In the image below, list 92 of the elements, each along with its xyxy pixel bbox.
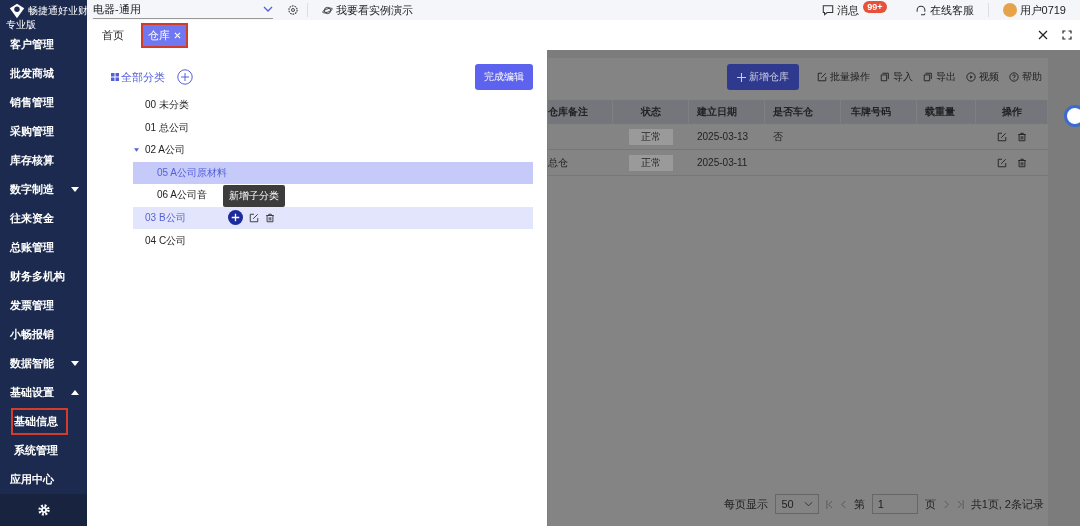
sidebar-item[interactable]: 应用中心 <box>0 465 87 494</box>
sidebar-item[interactable]: 往来资金 <box>0 204 87 233</box>
notification-badge: 99+ <box>863 1 887 13</box>
avatar-icon <box>1002 3 1017 17</box>
chevron-down-icon <box>263 6 273 12</box>
page-size-select[interactable]: 50 <box>775 494 819 514</box>
chevron-down-icon <box>803 501 813 507</box>
trash-icon[interactable] <box>1017 131 1027 142</box>
sidebar-item[interactable]: 发票管理 <box>0 291 87 320</box>
edit-icon[interactable] <box>249 212 259 223</box>
page-input[interactable]: 1 <box>871 494 918 514</box>
sidebar-item[interactable]: 总账管理 <box>0 233 87 262</box>
headset-icon <box>914 4 927 16</box>
trash-icon[interactable] <box>1017 157 1027 168</box>
tree-item[interactable]: 04 C公司 <box>133 229 191 252</box>
category-name: 00 未分类 <box>145 98 189 112</box>
column-header: 操作 <box>976 100 1048 123</box>
document-icon <box>923 72 933 82</box>
table-cell: 2025-03-13 <box>697 131 749 142</box>
support-button[interactable]: 在线客服 <box>908 2 980 18</box>
sidebar-subitem[interactable]: 基础信息 <box>10 407 69 436</box>
table-cell: 2025-03-11 <box>697 157 748 168</box>
fullscreen-icon[interactable] <box>1062 30 1072 40</box>
page-suffix: 页 <box>924 496 936 512</box>
tree-item[interactable]: 03 B公司 <box>133 206 533 229</box>
sidebar-item[interactable]: 销售管理 <box>0 88 87 117</box>
edit-icon <box>817 72 827 82</box>
category-name: 02 A公司 <box>145 143 186 158</box>
close-icon[interactable] <box>1038 30 1048 40</box>
messages-button[interactable]: 消息 <box>816 2 866 18</box>
account-select[interactable]: 电器-通用 <box>93 1 273 19</box>
user-menu[interactable]: 用户0719 <box>996 2 1072 18</box>
column-header: 建立日期 <box>689 100 765 123</box>
finish-editing-button[interactable]: 完成编辑 <box>475 64 533 90</box>
column-header: 载重量 <box>917 100 976 123</box>
all-categories-link[interactable]: 全部分类 <box>105 69 165 85</box>
toolbar-button[interactable]: 导出 <box>923 70 956 84</box>
tree-item[interactable]: 01 总公司 <box>133 116 193 139</box>
tab[interactable]: 仓库 <box>141 22 188 48</box>
edit-icon[interactable] <box>997 131 1007 142</box>
sidebar-item[interactable]: 财务多机构 <box>0 262 87 291</box>
toolbar-button[interactable]: 视频 <box>966 70 999 84</box>
edition-label: 专业版 <box>6 20 37 30</box>
toolbar-button[interactable]: 帮助 <box>1009 70 1042 84</box>
category-name: 04 C公司 <box>145 233 187 248</box>
trash-icon[interactable] <box>265 212 275 223</box>
tree-item[interactable]: 02 A公司 <box>133 139 190 162</box>
add-icon[interactable] <box>228 210 243 226</box>
document-icon <box>880 72 890 82</box>
edit-icon[interactable] <box>997 157 1007 168</box>
category-name: 01 总公司 <box>145 120 189 135</box>
tab[interactable]: 首页 <box>95 22 131 48</box>
help-icon <box>1009 72 1019 82</box>
page-summary: 共1页, 2条记录 <box>970 496 1044 512</box>
sidebar-item[interactable]: 客户管理 <box>0 30 87 59</box>
sidebar-item[interactable]: 小畅报销 <box>0 320 87 349</box>
plus-icon <box>737 72 746 82</box>
caret-icon[interactable] <box>134 148 139 153</box>
sidebar-item[interactable]: 数字制造 <box>0 175 87 204</box>
add-icon[interactable] <box>177 69 193 85</box>
column-header: 是否车仓 <box>765 100 841 123</box>
sidebar-item[interactable]: 批发商城 <box>0 59 87 88</box>
demo-link[interactable]: 我要看实例演示 <box>316 2 419 18</box>
status-tag: 正常 <box>629 154 673 171</box>
category-name: 05 A公司原材料 <box>157 165 228 180</box>
sidebar-item[interactable]: 数据智能 <box>0 349 87 378</box>
per-page-label: 每页显示 <box>724 496 769 512</box>
toolbar-button[interactable]: 导入 <box>880 70 913 84</box>
toolbar-button[interactable]: 新增仓库 <box>727 64 799 90</box>
tree-item[interactable]: 06 A公司音 <box>133 184 212 207</box>
sidebar-subitem[interactable]: 系统管理 <box>0 436 87 465</box>
page-prefix: 第 <box>853 496 865 512</box>
sidebar-item[interactable]: 库存核算 <box>0 146 87 175</box>
column-header: 状态 <box>613 100 689 123</box>
grid-icon <box>111 73 119 81</box>
sidebar-item[interactable]: 基础设置 <box>0 378 87 407</box>
category-name: 03 B公司 <box>145 210 186 225</box>
tooltip: 新增子分类 <box>223 185 285 207</box>
table-cell: 否 <box>773 129 783 144</box>
logo-text: 畅捷通好业财 <box>28 4 88 18</box>
table-cell: 总仓 <box>548 155 568 170</box>
planet-icon <box>322 4 333 16</box>
floating-assistant-icon[interactable] <box>1064 105 1080 127</box>
chat-icon <box>822 4 835 16</box>
category-name: 06 A公司音 <box>157 188 208 203</box>
play-icon <box>966 72 976 82</box>
sidebar-item[interactable]: 采购管理 <box>0 117 87 146</box>
column-header: 仓库备注 <box>548 100 613 123</box>
toolbar-button[interactable]: 批量操作 <box>817 70 870 84</box>
column-header: 车牌号码 <box>841 100 917 123</box>
status-tag: 正常 <box>629 128 673 145</box>
tree-item[interactable]: 00 未分类 <box>133 94 193 116</box>
